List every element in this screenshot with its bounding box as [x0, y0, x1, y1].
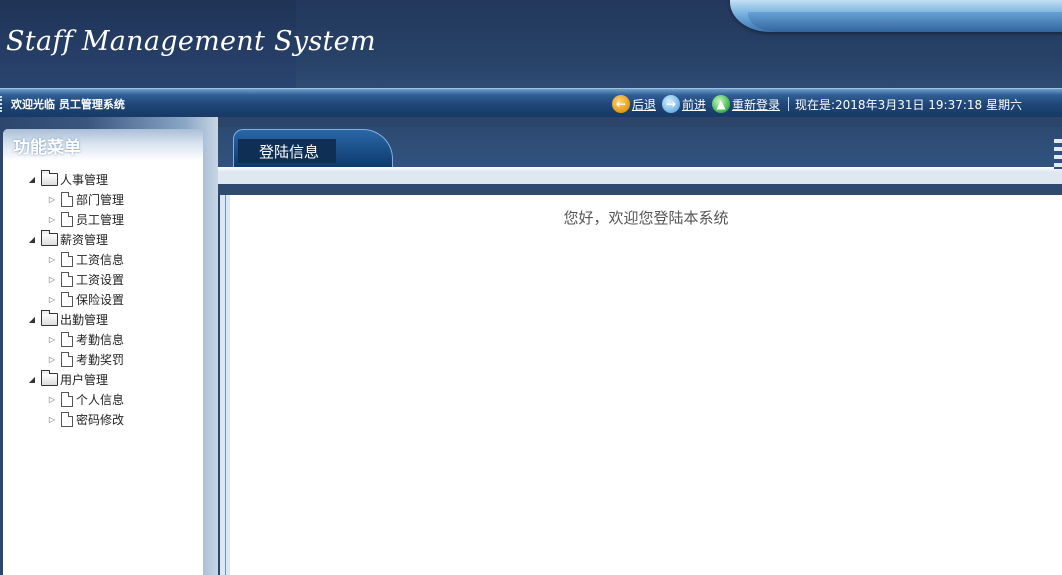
file-icon [61, 211, 73, 227]
content-panel: 您好，欢迎您登陆本系统 [220, 195, 1062, 575]
info-bar: 欢迎光临 员工管理系统 ← 后退 → 前进 ▲ 重新登录 现在是:2018年3月… [0, 88, 1062, 117]
file-icon [61, 291, 73, 307]
file-icon [61, 391, 73, 407]
tree-item-department[interactable]: ▷ 部门管理 [25, 189, 203, 209]
tree-group-attendance[interactable]: ◢ 出勤管理 [25, 309, 203, 329]
relogin-link[interactable]: ▲ 重新登录 [711, 95, 780, 113]
tree-group-label: 出勤管理 [60, 312, 109, 327]
collapsed-triangle-icon: ▷ [48, 214, 56, 224]
tab-label: 登陆信息 [238, 139, 336, 163]
forward-arrow-icon: → [661, 95, 680, 113]
expanded-triangle-icon[interactable]: ◢ [25, 175, 39, 184]
tree-item-label: 员工管理 [76, 212, 125, 227]
content-toolbar [218, 172, 1062, 195]
collapsed-triangle-icon: ▷ [48, 274, 56, 284]
welcome-greeting: 您好，欢迎您登陆本系统 [563, 209, 729, 227]
forward-link-label: 前进 [681, 97, 706, 112]
logo-panel: Staff Management System [0, 0, 376, 88]
tree-item-label: 保险设置 [76, 292, 125, 307]
sidebar: 功能菜单 ◢ 人事管理 ▷ 部门管理 ▷ 员工管理 ◢ 薪资管理 ▷ 工资信息 … [0, 117, 218, 575]
header-banner: Staff Management System [0, 0, 1062, 88]
menu-title: 功能菜单 [3, 129, 203, 161]
tree-item-label: 工资信息 [76, 252, 125, 267]
collapsed-triangle-icon: ▷ [48, 414, 56, 424]
app-title: Staff Management System [6, 26, 376, 57]
tree-item-salary-info[interactable]: ▷ 工资信息 [25, 249, 203, 269]
forward-link[interactable]: → 前进 [661, 95, 706, 113]
file-icon [61, 271, 73, 287]
file-icon [61, 331, 73, 347]
main-area: 登陆信息 您好，欢迎您登陆本系统 [218, 117, 1062, 575]
tab-scroll-edge [1054, 139, 1062, 169]
tree-group-personnel[interactable]: ◢ 人事管理 [25, 169, 203, 189]
tree-item-label: 考勤奖罚 [76, 352, 125, 367]
expanded-triangle-icon[interactable]: ◢ [25, 375, 39, 384]
collapsed-triangle-icon: ▷ [48, 394, 56, 404]
function-menu-panel: 功能菜单 ◢ 人事管理 ▷ 部门管理 ▷ 员工管理 ◢ 薪资管理 ▷ 工资信息 … [3, 129, 203, 575]
tab-strip: 登陆信息 [218, 127, 1062, 177]
tree-item-personal-info[interactable]: ▷ 个人信息 [25, 389, 203, 409]
tree-group-label: 人事管理 [60, 172, 109, 187]
tree-group-label: 用户管理 [60, 372, 109, 387]
folder-icon [41, 309, 58, 326]
relogin-link-label: 重新登录 [731, 97, 780, 112]
tree-item-change-password[interactable]: ▷ 密码修改 [25, 409, 203, 429]
collapsed-triangle-icon: ▷ [48, 294, 56, 304]
expanded-triangle-icon[interactable]: ◢ [25, 315, 39, 324]
tree-group-salary[interactable]: ◢ 薪资管理 [25, 229, 203, 249]
menu-tree: ◢ 人事管理 ▷ 部门管理 ▷ 员工管理 ◢ 薪资管理 ▷ 工资信息 ▷ 工资设… [3, 161, 203, 429]
tab-login-info[interactable]: 登陆信息 [233, 129, 393, 167]
tree-item-attendance-info[interactable]: ▷ 考勤信息 [25, 329, 203, 349]
file-icon [61, 251, 73, 267]
file-icon [61, 411, 73, 427]
current-datetime: 现在是:2018年3月31日 19:37:18 星期六 [794, 97, 1022, 112]
nav-separator [787, 97, 789, 111]
collapsed-triangle-icon: ▷ [48, 194, 56, 204]
tree-item-label: 个人信息 [76, 392, 125, 407]
tree-group-users[interactable]: ◢ 用户管理 [25, 369, 203, 389]
tree-item-label: 考勤信息 [76, 332, 125, 347]
tree-item-employee[interactable]: ▷ 员工管理 [25, 209, 203, 229]
collapsed-triangle-icon: ▷ [48, 354, 56, 364]
tree-item-label: 密码修改 [76, 412, 125, 427]
back-arrow-icon: ← [611, 95, 630, 113]
file-icon [61, 191, 73, 207]
tree-group-label: 薪资管理 [60, 232, 109, 247]
tree-item-insurance-settings[interactable]: ▷ 保险设置 [25, 289, 203, 309]
file-icon [61, 351, 73, 367]
tree-item-label: 工资设置 [76, 272, 125, 287]
folder-icon [41, 369, 58, 386]
collapsed-triangle-icon: ▷ [48, 254, 56, 264]
tree-item-label: 部门管理 [76, 192, 125, 207]
back-link[interactable]: ← 后退 [611, 95, 656, 113]
relogin-icon: ▲ [711, 95, 730, 113]
collapsed-triangle-icon: ▷ [48, 334, 56, 344]
expanded-triangle-icon[interactable]: ◢ [25, 235, 39, 244]
welcome-text: 欢迎光临 员工管理系统 [0, 96, 125, 112]
tree-item-attendance-rewards[interactable]: ▷ 考勤奖罚 [25, 349, 203, 369]
tree-item-salary-settings[interactable]: ▷ 工资设置 [25, 269, 203, 289]
nav-links: ← 后退 → 前进 ▲ 重新登录 现在是:2018年3月31日 19:37:18… [611, 94, 1022, 114]
back-link-label: 后退 [631, 97, 656, 112]
folder-icon [41, 169, 58, 186]
header-swoosh-inner-decoration [748, 12, 1062, 32]
folder-icon [41, 229, 58, 246]
